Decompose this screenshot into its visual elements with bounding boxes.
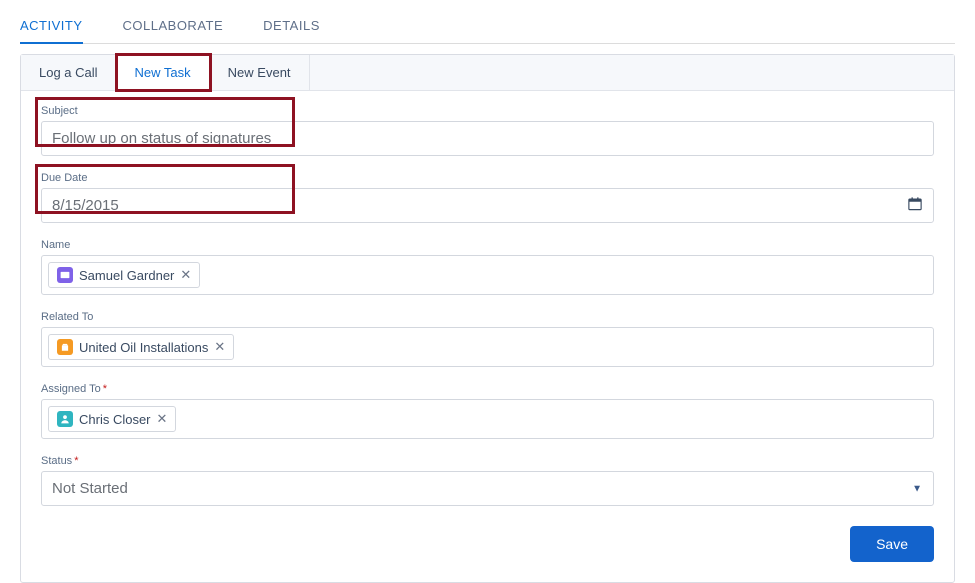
pill-name: Samuel Gardner ✕ (48, 262, 200, 288)
pill-assigned-to-remove[interactable]: ✕ (157, 411, 168, 427)
top-nav: ACTIVITY COLLABORATE DETAILS (20, 0, 955, 44)
subtab-new-task[interactable]: New Task (117, 55, 210, 90)
label-name: Name (41, 239, 934, 251)
activity-panel: Log a Call New Task New Event Subject Du… (20, 54, 955, 583)
subtab-new-event[interactable]: New Event (210, 55, 310, 90)
user-icon (57, 411, 73, 427)
label-subject: Subject (41, 105, 934, 117)
assigned-to-lookup[interactable]: Chris Closer ✕ (41, 399, 934, 439)
pill-related-to: United Oil Installations ✕ (48, 334, 234, 360)
pill-related-to-remove[interactable]: ✕ (214, 339, 225, 355)
field-status: Status ▼ (41, 455, 934, 506)
account-icon (57, 339, 73, 355)
related-to-lookup[interactable]: United Oil Installations ✕ (41, 327, 934, 367)
save-button[interactable]: Save (850, 526, 934, 562)
due-date-input[interactable] (41, 188, 934, 223)
tab-collaborate[interactable]: COLLABORATE (123, 18, 224, 43)
activity-subtabs: Log a Call New Task New Event (21, 55, 954, 91)
label-due-date: Due Date (41, 172, 934, 184)
pill-name-text: Samuel Gardner (79, 268, 174, 283)
pill-related-to-text: United Oil Installations (79, 340, 208, 355)
pill-assigned-to: Chris Closer ✕ (48, 406, 176, 432)
field-subject: Subject (41, 105, 934, 156)
tab-activity[interactable]: ACTIVITY (20, 18, 83, 43)
field-assigned-to: Assigned To Chris Closer ✕ (41, 383, 934, 439)
status-select[interactable] (41, 471, 934, 506)
pill-name-remove[interactable]: ✕ (180, 267, 191, 283)
name-lookup[interactable]: Samuel Gardner ✕ (41, 255, 934, 295)
label-status: Status (41, 455, 934, 467)
tab-details[interactable]: DETAILS (263, 18, 320, 43)
field-name: Name Samuel Gardner ✕ (41, 239, 934, 295)
contact-icon (57, 267, 73, 283)
subject-input[interactable] (41, 121, 934, 156)
form-actions: Save (41, 522, 934, 562)
pill-assigned-to-text: Chris Closer (79, 412, 151, 427)
new-task-form: Subject Due Date Name (21, 91, 954, 582)
subtab-log-a-call[interactable]: Log a Call (21, 55, 117, 90)
field-due-date: Due Date (41, 172, 934, 223)
label-related-to: Related To (41, 311, 934, 323)
field-related-to: Related To United Oil Installations ✕ (41, 311, 934, 367)
label-assigned-to: Assigned To (41, 383, 934, 395)
